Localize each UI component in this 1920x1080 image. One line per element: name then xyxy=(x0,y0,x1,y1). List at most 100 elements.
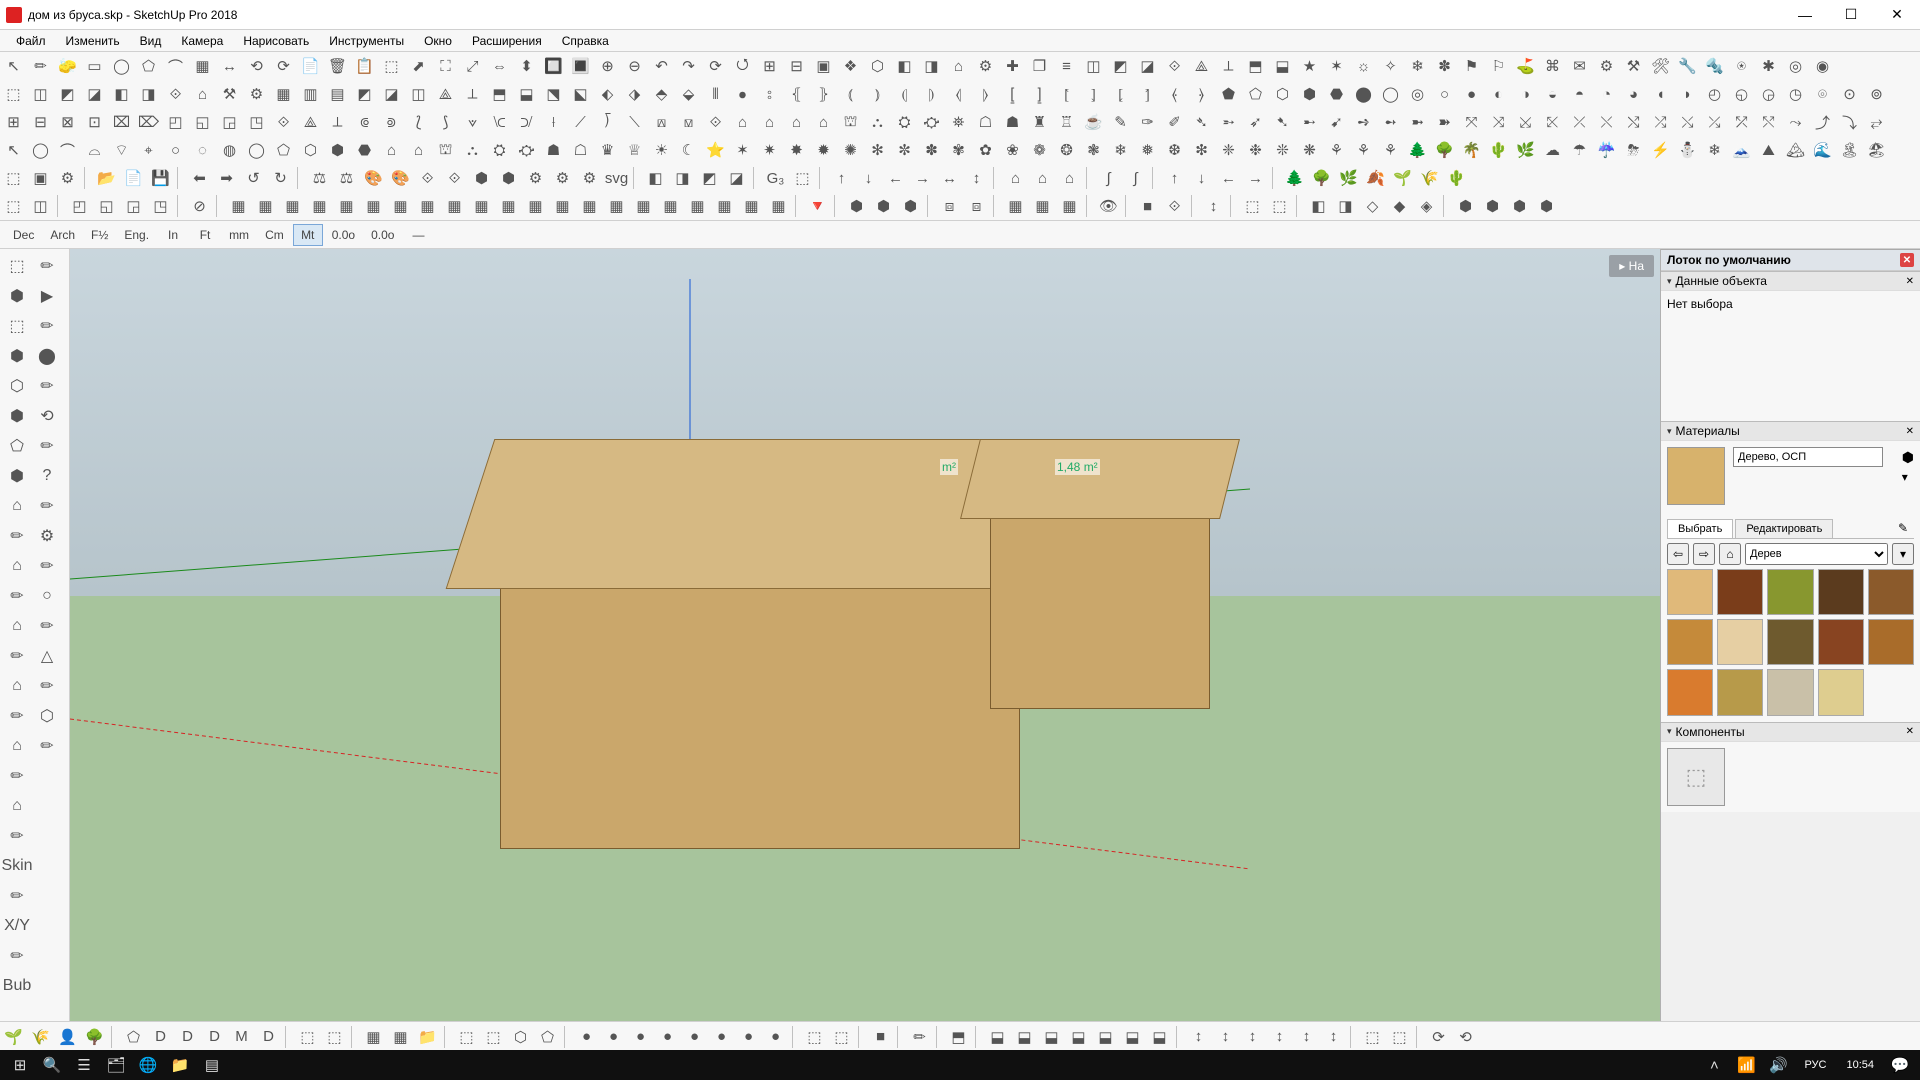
tb1-btn-40[interactable]: ◫ xyxy=(1080,53,1107,79)
tb6-btn-61[interactable]: ⬢ xyxy=(1452,193,1479,219)
tb6-btn-48[interactable]: ⟐ xyxy=(1161,193,1188,219)
btb-btn-46[interactable]: ⬓ xyxy=(1092,1024,1119,1050)
tb1-btn-49[interactable]: ✶ xyxy=(1323,53,1350,79)
tb5-btn-59[interactable]: 🌵 xyxy=(1443,165,1470,191)
left-tool-34[interactable]: ⚙ xyxy=(32,521,62,551)
btb-btn-8[interactable]: D xyxy=(201,1024,228,1050)
tb6-btn-30[interactable]: ▦ xyxy=(765,193,792,219)
left-tool-15[interactable]: ✏ xyxy=(2,701,32,731)
tb4-btn-6[interactable]: ○ xyxy=(162,137,189,163)
tb1-btn-30[interactable]: ▣ xyxy=(810,53,837,79)
left-tool-25[interactable]: ✏ xyxy=(32,251,62,281)
tb2-btn-8[interactable]: ⚒ xyxy=(216,81,243,107)
tb2-btn-38[interactable]: ⦌ xyxy=(1026,81,1053,107)
tb1-btn-61[interactable]: 🛠 xyxy=(1647,53,1674,79)
tb3-btn-16[interactable]: ⟆ xyxy=(432,109,459,135)
tb5-btn-17[interactable]: ⟐ xyxy=(414,165,441,191)
tb2-btn-26[interactable]: ⦀ xyxy=(702,81,729,107)
tb2-btn-37[interactable]: ⦋ xyxy=(999,81,1026,107)
tb5-btn-57[interactable]: 🌱 xyxy=(1389,165,1416,191)
tb1-btn-37[interactable]: ✚ xyxy=(999,53,1026,79)
tb3-btn-36[interactable]: ☖ xyxy=(972,109,999,135)
tb4-btn-32[interactable]: ✻ xyxy=(864,137,891,163)
tb6-btn-16[interactable]: ▦ xyxy=(387,193,414,219)
tb4-btn-63[interactable]: ❄ xyxy=(1701,137,1728,163)
tb4-btn-44[interactable]: ❇ xyxy=(1188,137,1215,163)
left-tool-19[interactable]: ✏ xyxy=(2,821,32,851)
tb4-btn-19[interactable]: ⛮ xyxy=(513,137,540,163)
tb4-btn-26[interactable]: ⭐ xyxy=(702,137,729,163)
tb4-btn-60[interactable]: ⛈ xyxy=(1620,137,1647,163)
tb2-btn-63[interactable]: ◴ xyxy=(1701,81,1728,107)
material-swatch-12[interactable] xyxy=(1767,669,1813,715)
tb5-btn-28[interactable]: ◩ xyxy=(696,165,723,191)
tb5-btn-10[interactable]: ↺ xyxy=(240,165,267,191)
tb5-btn-43[interactable]: ⌂ xyxy=(1056,165,1083,191)
tb6-btn-63[interactable]: ⬢ xyxy=(1506,193,1533,219)
left-tool-28[interactable]: ⬤ xyxy=(32,341,62,371)
tb1-btn-22[interactable]: ⊕ xyxy=(594,53,621,79)
tb1-btn-9[interactable]: ⟲ xyxy=(243,53,270,79)
tb2-btn-62[interactable]: ◗ xyxy=(1674,81,1701,107)
btb-btn-2[interactable]: 👤 xyxy=(54,1024,81,1050)
taskbar-lang[interactable]: РУС xyxy=(1794,1059,1836,1071)
tb2-btn-23[interactable]: ⬗ xyxy=(621,81,648,107)
btb-btn-45[interactable]: ⬓ xyxy=(1065,1024,1092,1050)
material-swatch-11[interactable] xyxy=(1717,669,1763,715)
btb-btn-16[interactable]: ▦ xyxy=(387,1024,414,1050)
tb5-btn-14[interactable]: ⚖ xyxy=(333,165,360,191)
left-tool-11[interactable]: ✏ xyxy=(2,581,32,611)
tb2-btn-30[interactable]: ⦄ xyxy=(810,81,837,107)
tb1-btn-13[interactable]: 📋 xyxy=(351,53,378,79)
material-current-swatch[interactable] xyxy=(1667,447,1725,505)
tb1-btn-23[interactable]: ⊖ xyxy=(621,53,648,79)
tb3-btn-63[interactable]: ⤰ xyxy=(1701,109,1728,135)
material-swatch-5[interactable] xyxy=(1667,619,1713,665)
tb1-btn-59[interactable]: ⚙ xyxy=(1593,53,1620,79)
tb4-btn-11[interactable]: ⬡ xyxy=(297,137,324,163)
tb1-btn-26[interactable]: ⟳ xyxy=(702,53,729,79)
tb5-btn-21[interactable]: ⚙ xyxy=(522,165,549,191)
tb3-btn-24[interactable]: ⟎ xyxy=(648,109,675,135)
tb3-btn-49[interactable]: ➹ xyxy=(1323,109,1350,135)
btb-btn-38[interactable]: ✏ xyxy=(906,1024,933,1050)
tb2-btn-14[interactable]: ◪ xyxy=(378,81,405,107)
tb5-btn-23[interactable]: ⚙ xyxy=(576,165,603,191)
tb2-btn-67[interactable]: ⌾ xyxy=(1809,81,1836,107)
tb1-btn-34[interactable]: ◨ xyxy=(918,53,945,79)
tb2-btn-61[interactable]: ◖ xyxy=(1647,81,1674,107)
tb3-btn-8[interactable]: ◲ xyxy=(216,109,243,135)
tb2-btn-57[interactable]: ◒ xyxy=(1539,81,1566,107)
btb-btn-54[interactable]: ↕ xyxy=(1293,1024,1320,1050)
tb6-btn-47[interactable]: ■ xyxy=(1134,193,1161,219)
tb5-btn-55[interactable]: 🌿 xyxy=(1335,165,1362,191)
tb1-btn-35[interactable]: ⌂ xyxy=(945,53,972,79)
tb2-btn-20[interactable]: ⬔ xyxy=(540,81,567,107)
left-tool-8[interactable]: ⌂ xyxy=(2,491,32,521)
material-swatch-1[interactable] xyxy=(1717,569,1763,615)
tb2-btn-6[interactable]: ⟐ xyxy=(162,81,189,107)
tb3-btn-57[interactable]: ⤪ xyxy=(1539,109,1566,135)
tb2-btn-4[interactable]: ◧ xyxy=(108,81,135,107)
tb4-btn-22[interactable]: ♛ xyxy=(594,137,621,163)
tb5-btn-26[interactable]: ◧ xyxy=(642,165,669,191)
tb1-btn-32[interactable]: ⬡ xyxy=(864,53,891,79)
tb1-btn-57[interactable]: ⌘ xyxy=(1539,53,1566,79)
left-tool-20[interactable]: Skin xyxy=(2,851,32,881)
tb1-btn-52[interactable]: ❄ xyxy=(1404,53,1431,79)
tb2-btn-2[interactable]: ◩ xyxy=(54,81,81,107)
tb4-btn-3[interactable]: ⌓ xyxy=(81,137,108,163)
left-tool-35[interactable]: ✏ xyxy=(32,551,62,581)
tb1-btn-53[interactable]: ✽ xyxy=(1431,53,1458,79)
tb3-btn-33[interactable]: ⛭ xyxy=(891,109,918,135)
tb3-btn-18[interactable]: ⟈ xyxy=(486,109,513,135)
tb1-btn-44[interactable]: ⟁ xyxy=(1188,53,1215,79)
taskbar-app-2[interactable]: 🌐 xyxy=(132,1050,164,1080)
tb4-btn-14[interactable]: ⌂ xyxy=(378,137,405,163)
tb5-btn-58[interactable]: 🌾 xyxy=(1416,165,1443,191)
tb1-btn-66[interactable]: ◎ xyxy=(1782,53,1809,79)
tray-close-icon[interactable]: ✕ xyxy=(1900,253,1914,267)
tb4-btn-17[interactable]: ⛬ xyxy=(459,137,486,163)
tb5-btn-39[interactable]: ↕ xyxy=(963,165,990,191)
tb1-btn-56[interactable]: ⛳ xyxy=(1512,53,1539,79)
